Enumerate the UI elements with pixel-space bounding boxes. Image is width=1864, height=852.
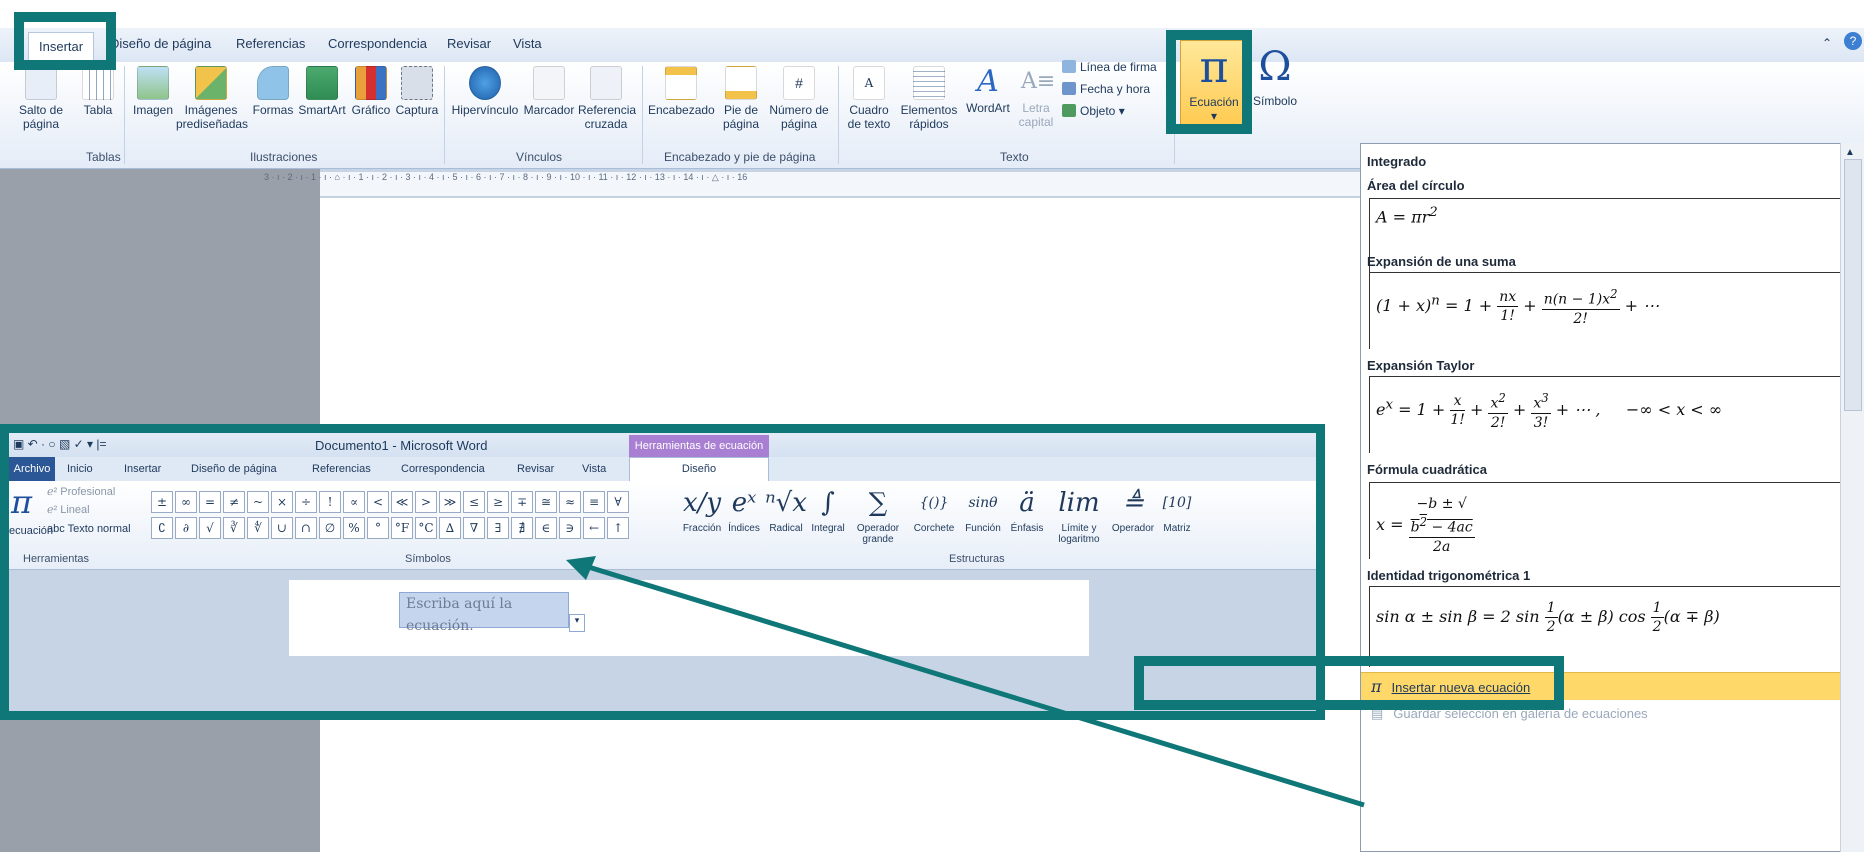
highlight-insertar-nueva-ecuacion	[1134, 656, 1564, 710]
highlight-insertar-tab	[14, 12, 116, 70]
annotation-arrow	[566, 556, 1365, 808]
highlight-ecuacion-button	[1166, 30, 1252, 134]
